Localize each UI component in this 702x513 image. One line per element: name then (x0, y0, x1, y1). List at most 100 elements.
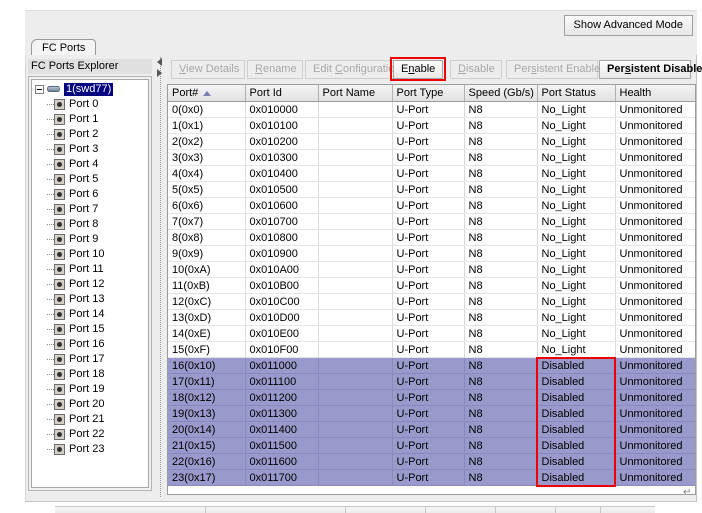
table-row[interactable]: 9(0x9) 0x010900 U-Port N8 No_Light Unmonitore… (168, 245, 695, 262)
cell-port_type: U-Port (392, 341, 465, 358)
table-row[interactable]: 10(0xA) 0x010A00 U-Port N8 No_Light Unmonitor… (168, 261, 695, 278)
port-icon (54, 129, 65, 140)
table-row[interactable]: 1(0x1) 0x010100 U-Port N8 No_Light Unmonitore… (168, 117, 695, 134)
tree-item-port-8[interactable]: Port 8 (32, 217, 148, 232)
cell-port_name (318, 213, 393, 230)
table-row[interactable]: 7(0x7) 0x010700 U-Port N8 No_Light Unmonitore… (168, 213, 695, 230)
table-row[interactable]: 23(0x17) 0x011700 U-Port N8 Disabled Unmonito… (168, 469, 695, 486)
column-header-port-[interactable]: Port# (168, 85, 246, 102)
tree-item-port-3[interactable]: Port 3 (32, 142, 148, 157)
table-row[interactable]: 4(0x4) 0x010400 U-Port N8 No_Light Unmonitore… (168, 165, 695, 182)
tree-root-row[interactable]: 1(swd77) (32, 82, 148, 97)
table-row[interactable]: 3(0x3) 0x010300 U-Port N8 No_Light Unmonitore… (168, 149, 695, 166)
table-row[interactable]: 21(0x15) 0x011500 U-Port N8 Disabled Unmonito… (168, 437, 695, 454)
cell-port_id: 0x011400 (245, 421, 319, 438)
tree-item-port-6[interactable]: Port 6 (32, 187, 148, 202)
triangle-left-icon[interactable] (157, 58, 162, 66)
tree-item-port-10[interactable]: Port 10 (32, 247, 148, 262)
tree-item-port-0[interactable]: Port 0 (32, 97, 148, 112)
tree-item-label: Port 23 (69, 443, 105, 455)
cell-port_type: U-Port (392, 261, 465, 278)
cell-port_id: 0x010700 (245, 213, 319, 230)
tree-item-port-13[interactable]: Port 13 (32, 292, 148, 307)
toolbar-button-view-details: View Details (171, 60, 245, 79)
column-header-port-type[interactable]: Port Type (392, 85, 465, 102)
table-row[interactable]: 18(0x12) 0x011200 U-Port N8 Disabled Unmonito… (168, 389, 695, 406)
tree-item-port-9[interactable]: Port 9 (32, 232, 148, 247)
cell-port_name (318, 165, 393, 182)
bottom-cutoff-strip (25, 504, 697, 513)
cell-port_id: 0x011100 (245, 373, 319, 390)
tree-item-port-18[interactable]: Port 18 (32, 367, 148, 382)
table-row[interactable]: 6(0x6) 0x010600 U-Port N8 No_Light Unmonitore… (168, 197, 695, 214)
cell-port: 4(0x4) (168, 165, 246, 182)
port-icon (54, 324, 65, 335)
cell-port_type: U-Port (392, 325, 465, 342)
tree-item-port-15[interactable]: Port 15 (32, 322, 148, 337)
cell-status: No_Light (537, 325, 616, 342)
tree-item-port-5[interactable]: Port 5 (32, 172, 148, 187)
panel-splitter[interactable] (155, 57, 167, 497)
cell-health: Unmonitored (615, 117, 695, 134)
cell-status: Disabled (537, 469, 616, 486)
tree-item-label: Port 20 (69, 398, 105, 410)
tree-item-port-1[interactable]: Port 1 (32, 112, 148, 127)
tree-item-port-4[interactable]: Port 4 (32, 157, 148, 172)
column-header-port-id[interactable]: Port Id (245, 85, 319, 102)
column-header-label: Port# (172, 87, 199, 99)
cell-port: 23(0x17) (168, 469, 246, 486)
tree-item-port-22[interactable]: Port 22 (32, 427, 148, 442)
show-advanced-mode-button[interactable]: Show Advanced Mode (563, 15, 693, 36)
strip-separator (600, 507, 601, 513)
table-row[interactable]: 19(0x13) 0x011300 U-Port N8 Disabled Unmonito… (168, 405, 695, 422)
table-row[interactable]: 14(0xE) 0x010E00 U-Port N8 No_Light Unmonitor… (168, 325, 695, 342)
table-row[interactable]: 16(0x10) 0x011000 U-Port N8 Disabled Unmonito… (168, 357, 695, 374)
tree-item-port-19[interactable]: Port 19 (32, 382, 148, 397)
port-icon (54, 174, 65, 185)
cell-health: Unmonitored (615, 453, 695, 470)
table-row[interactable]: 12(0xC) 0x010C00 U-Port N8 No_Light Unmonitor… (168, 293, 695, 310)
table-row[interactable]: 5(0x5) 0x010500 U-Port N8 No_Light Unmonitore… (168, 181, 695, 198)
port-icon (54, 189, 65, 200)
table-row[interactable]: 13(0xD) 0x010D00 U-Port N8 No_Light Unmonitor… (168, 309, 695, 326)
column-header-speed-gb-s-[interactable]: Speed (Gb/s) (464, 85, 538, 102)
tree-collapse-icon[interactable] (35, 84, 44, 94)
tree-item-port-23[interactable]: Port 23 (32, 442, 148, 457)
explorer-tree[interactable]: 1(swd77) Port 0 Port 1 Port 2 Port 3 Port 4P… (31, 79, 149, 488)
tree-item-port-7[interactable]: Port 7 (32, 202, 148, 217)
table-row[interactable]: 8(0x8) 0x010800 U-Port N8 No_Light Unmonitore… (168, 229, 695, 246)
cell-port_name (318, 405, 393, 422)
toolbar-button-persistent-disable[interactable]: Persistent Disable (599, 60, 702, 79)
fc-ports-table-container[interactable]: Port# Port Id Port Name Port Type Speed (Gb/… (167, 84, 696, 495)
cell-port_name (318, 277, 393, 294)
table-row[interactable]: 20(0x14) 0x011400 U-Port N8 Disabled Unmonito… (168, 421, 695, 438)
splitter-track[interactable] (160, 57, 163, 497)
table-row[interactable]: 11(0xB) 0x010B00 U-Port N8 No_Light Unmonitor… (168, 277, 695, 294)
table-row[interactable]: 15(0xF) 0x010F00 U-Port N8 No_Light Unmonitor… (168, 341, 695, 358)
cell-port_name (318, 181, 393, 198)
table-row[interactable]: 2(0x2) 0x010200 U-Port N8 No_Light Unmonitore… (168, 133, 695, 150)
tab-fc-ports[interactable]: FC Ports (31, 39, 97, 55)
triangle-right-icon[interactable] (157, 69, 162, 77)
tree-item-port-21[interactable]: Port 21 (32, 412, 148, 427)
cell-port_id: 0x010D00 (245, 309, 319, 326)
tree-item-port-20[interactable]: Port 20 (32, 397, 148, 412)
column-header-health[interactable]: Health (615, 85, 695, 102)
port-icon (54, 114, 65, 125)
column-header-port-status[interactable]: Port Status (537, 85, 616, 102)
table-row[interactable]: 0(0x0) 0x010000 U-Port N8 No_Light Unmonitore… (168, 101, 695, 118)
tree-item-port-16[interactable]: Port 16 (32, 337, 148, 352)
cell-port_name (318, 133, 393, 150)
column-header-port-name[interactable]: Port Name (318, 85, 393, 102)
cell-health: Unmonitored (615, 149, 695, 166)
table-row[interactable]: 17(0x11) 0x011100 U-Port N8 Disabled Unmonito… (168, 373, 695, 390)
tree-item-port-12[interactable]: Port 12 (32, 277, 148, 292)
tree-item-port-14[interactable]: Port 14 (32, 307, 148, 322)
toolbar-button-enable[interactable]: Enable (393, 60, 443, 79)
cell-speed: N8 (464, 357, 538, 374)
tree-item-port-2[interactable]: Port 2 (32, 127, 148, 142)
tree-item-port-17[interactable]: Port 17 (32, 352, 148, 367)
tree-elbow-line (47, 119, 54, 121)
tree-item-port-11[interactable]: Port 11 (32, 262, 148, 277)
table-row[interactable]: 22(0x16) 0x011600 U-Port N8 Disabled Unmonito… (168, 453, 695, 470)
